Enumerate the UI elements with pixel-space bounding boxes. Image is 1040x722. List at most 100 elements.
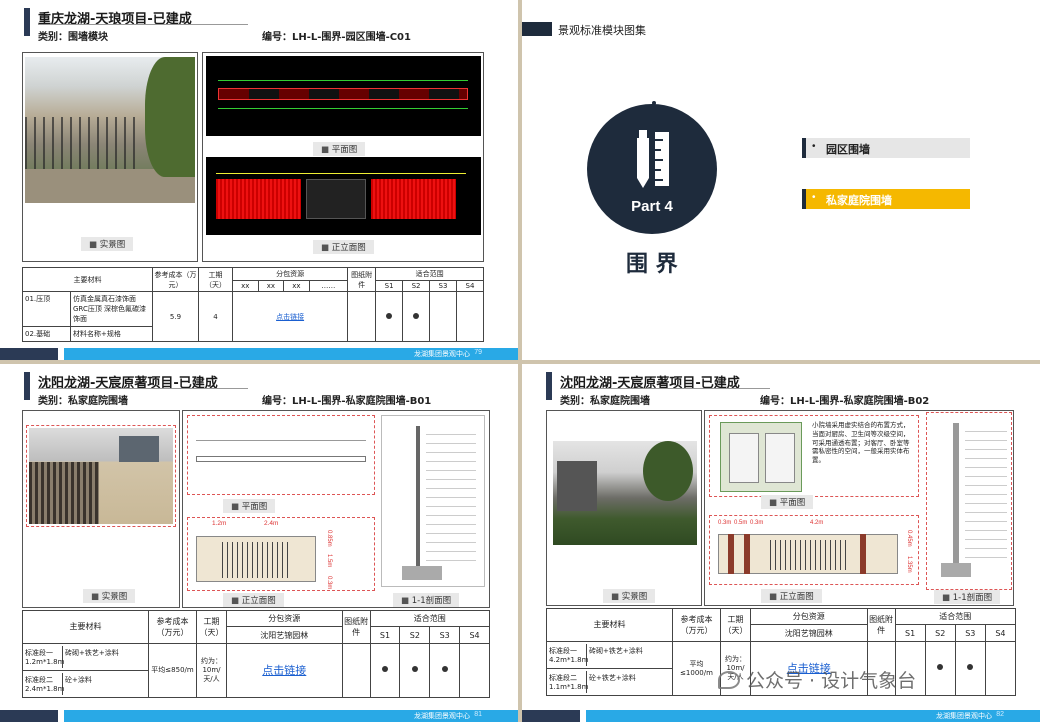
- scope-s1: S1: [894, 624, 926, 642]
- th-scope: 适合范围: [894, 607, 1017, 626]
- category-label: 类别：私家庭院围墙: [38, 396, 128, 407]
- header-title: 景观标准模块图集: [558, 24, 646, 37]
- dim-6: 1.35m: [906, 556, 912, 573]
- section-title: 围 界: [626, 252, 678, 277]
- scope-s4: S4: [459, 626, 490, 644]
- dim-3: 0.85m: [326, 530, 332, 547]
- part4-cover: 景观标准模块图集 Part 4 围 界 园区围墙 • 私家庭院围墙 •: [522, 0, 1040, 360]
- dim-1: 0.3m: [718, 520, 732, 526]
- th-sub: 分包资源: [750, 607, 868, 626]
- title-bar: [24, 372, 30, 400]
- menu-item-park-wall-label: 园区围墙: [826, 143, 870, 156]
- dim-2: 0.5m: [734, 520, 748, 526]
- footer-text: 龙湖集团景观中心: [414, 712, 470, 720]
- th-cost: 参考成本（万元）: [148, 610, 197, 644]
- link-button[interactable]: 点击链接: [262, 664, 306, 677]
- title-bar: [24, 8, 30, 36]
- scope-dot-s3: [441, 666, 448, 673]
- sub-2: xx: [257, 280, 285, 292]
- row-2-material: 材料名称+规格: [73, 330, 121, 338]
- section-drawing: [381, 415, 485, 587]
- title-underline: [560, 388, 770, 389]
- th-scope: 适合范围: [369, 609, 491, 628]
- menu-item-park-wall[interactable]: 园区围墙 •: [802, 138, 970, 158]
- sub-1: xx: [232, 280, 259, 292]
- scope-s4: S4: [455, 280, 485, 292]
- drawing-panel: 平面图 1.2m 2.4m 0.85m 1.5m 0.3m 正立面图 1-1剖面…: [182, 410, 490, 608]
- row-1-material: 砖砌+铁艺+涂料: [65, 648, 119, 657]
- menu-item-courtyard-wall[interactable]: 私家庭院围墙 •: [802, 189, 970, 209]
- dim-4: 4.2m: [810, 520, 824, 526]
- page-82: 沈阳龙湖-天宸原著项目-已建成 类别：私家庭院围墙 编号：LH-L-围界-私家庭…: [522, 364, 1040, 722]
- section-drawing: [926, 412, 1012, 590]
- header-bar: [522, 22, 552, 36]
- section-caption: 1-1剖面图: [393, 593, 460, 607]
- page-number: 81: [474, 711, 482, 718]
- row-1: 标准段一 4.2m*1.8m 砖砌+铁艺+涂料: [546, 640, 673, 669]
- scope-dot-s3: [967, 664, 974, 671]
- dim-4: 1.5m: [326, 554, 332, 568]
- period-value: 约为：10m/天/人: [196, 642, 227, 699]
- th-period: 工期（天）: [720, 608, 751, 642]
- th-period: 工期（天）: [196, 610, 227, 644]
- wechat-icon: [718, 670, 740, 689]
- title-underline: [38, 24, 248, 25]
- th-cost: 参考成本（万元）: [672, 608, 721, 642]
- period-value: 4: [198, 291, 233, 342]
- footer: 龙湖集团景观中心 81: [0, 710, 518, 722]
- row-1: 01.压顶 仿真金属真石漆饰面 GRC压顶 深棕色氟碳漆饰面: [22, 291, 153, 327]
- footer: 龙湖集团景观中心 82: [522, 710, 1040, 722]
- elevation-caption: 正立面图: [761, 589, 822, 603]
- row-2-name: 标准段二 1.1m*1.8m: [547, 670, 588, 693]
- row-1-name: 01.压顶: [23, 292, 71, 326]
- th-cost: 参考成本（万元）: [152, 267, 199, 292]
- cost-value: 平均≤1000/m: [672, 640, 721, 697]
- info-table: 主要材料 参考成本（万元） 工期（天） 分包资源 图纸附件 适合范围 xx xx…: [22, 267, 485, 342]
- plan-caption: 平面图: [223, 499, 276, 513]
- page-number: 79: [474, 349, 482, 356]
- plan-drawing: [206, 56, 481, 136]
- th-attach: 图纸附件: [341, 610, 371, 644]
- elevation-drawing: [206, 157, 481, 235]
- scope-s3: S3: [954, 624, 986, 642]
- scope-dot-s2: [411, 666, 418, 673]
- scope-s3: S3: [429, 626, 461, 644]
- plan-drawing: [187, 415, 375, 495]
- footer-text: 龙湖集团景观中心: [414, 350, 470, 358]
- code-label: 编号：LH-L-围界-园区围墙-C01: [262, 32, 411, 43]
- code-label: 编号：LH-L-围界-私家庭院围墙-B02: [760, 396, 930, 407]
- dim-2: 2.4m: [264, 520, 279, 527]
- drawing-panel: 平面图 正立面图: [202, 52, 484, 262]
- sub-value: 沈阳艺锦园林: [750, 624, 868, 642]
- dim-1: 1.2m: [212, 520, 227, 527]
- elevation-drawing: 1.2m 2.4m 0.85m 1.5m 0.3m: [187, 517, 375, 591]
- dim-5: 0.3m: [326, 576, 332, 590]
- watermark: 公众号 · 设计气象台: [718, 666, 916, 693]
- category-label: 类别：围墙模块: [38, 32, 108, 43]
- row-2-material: 砼+涂料: [65, 675, 92, 684]
- th-scope: 适合范围: [375, 267, 484, 281]
- photo-panel: 实景图: [22, 52, 198, 262]
- title-underline: [38, 388, 248, 389]
- plan-drawing: 小院墙采用虚实结合的布置方式，当面对厨房、卫生间等次级空间，可采用通透布置；对客…: [709, 415, 919, 497]
- row-2-name: 02.基础: [23, 327, 71, 341]
- watermark-text: 公众号 · 设计气象台: [746, 670, 917, 692]
- photo-panel: 实景图: [546, 410, 702, 606]
- scope-dot-s2: [413, 312, 420, 319]
- photo-panel: 实景图: [22, 410, 180, 608]
- page-79: 重庆龙湖-天琅项目-已建成 类别：围墙模块 编号：LH-L-围界-园区围墙-C0…: [0, 0, 518, 360]
- part-label: Part 4: [631, 198, 673, 215]
- section-caption: 1-1剖面图: [934, 590, 1001, 604]
- footer: 龙湖集团景观中心 79: [0, 348, 518, 360]
- info-table: 主要材料 参考成本（万元） 工期（天） 分包资源 图纸附件 适合范围 沈阳艺锦园…: [22, 609, 491, 699]
- scope-s2: S2: [402, 280, 431, 292]
- sub-3: xx: [283, 280, 310, 292]
- scope-s2: S2: [399, 626, 431, 644]
- cost-value: 5.9: [152, 291, 199, 342]
- th-attach: 图纸附件: [347, 267, 377, 292]
- photo-frame: [26, 425, 176, 527]
- row-2-name: 标准段二 2.4m*1.8m: [23, 672, 64, 695]
- link-button[interactable]: 点击链接: [276, 313, 304, 321]
- real-scene-photo: [29, 428, 173, 524]
- plan-caption: 平面图: [761, 495, 814, 509]
